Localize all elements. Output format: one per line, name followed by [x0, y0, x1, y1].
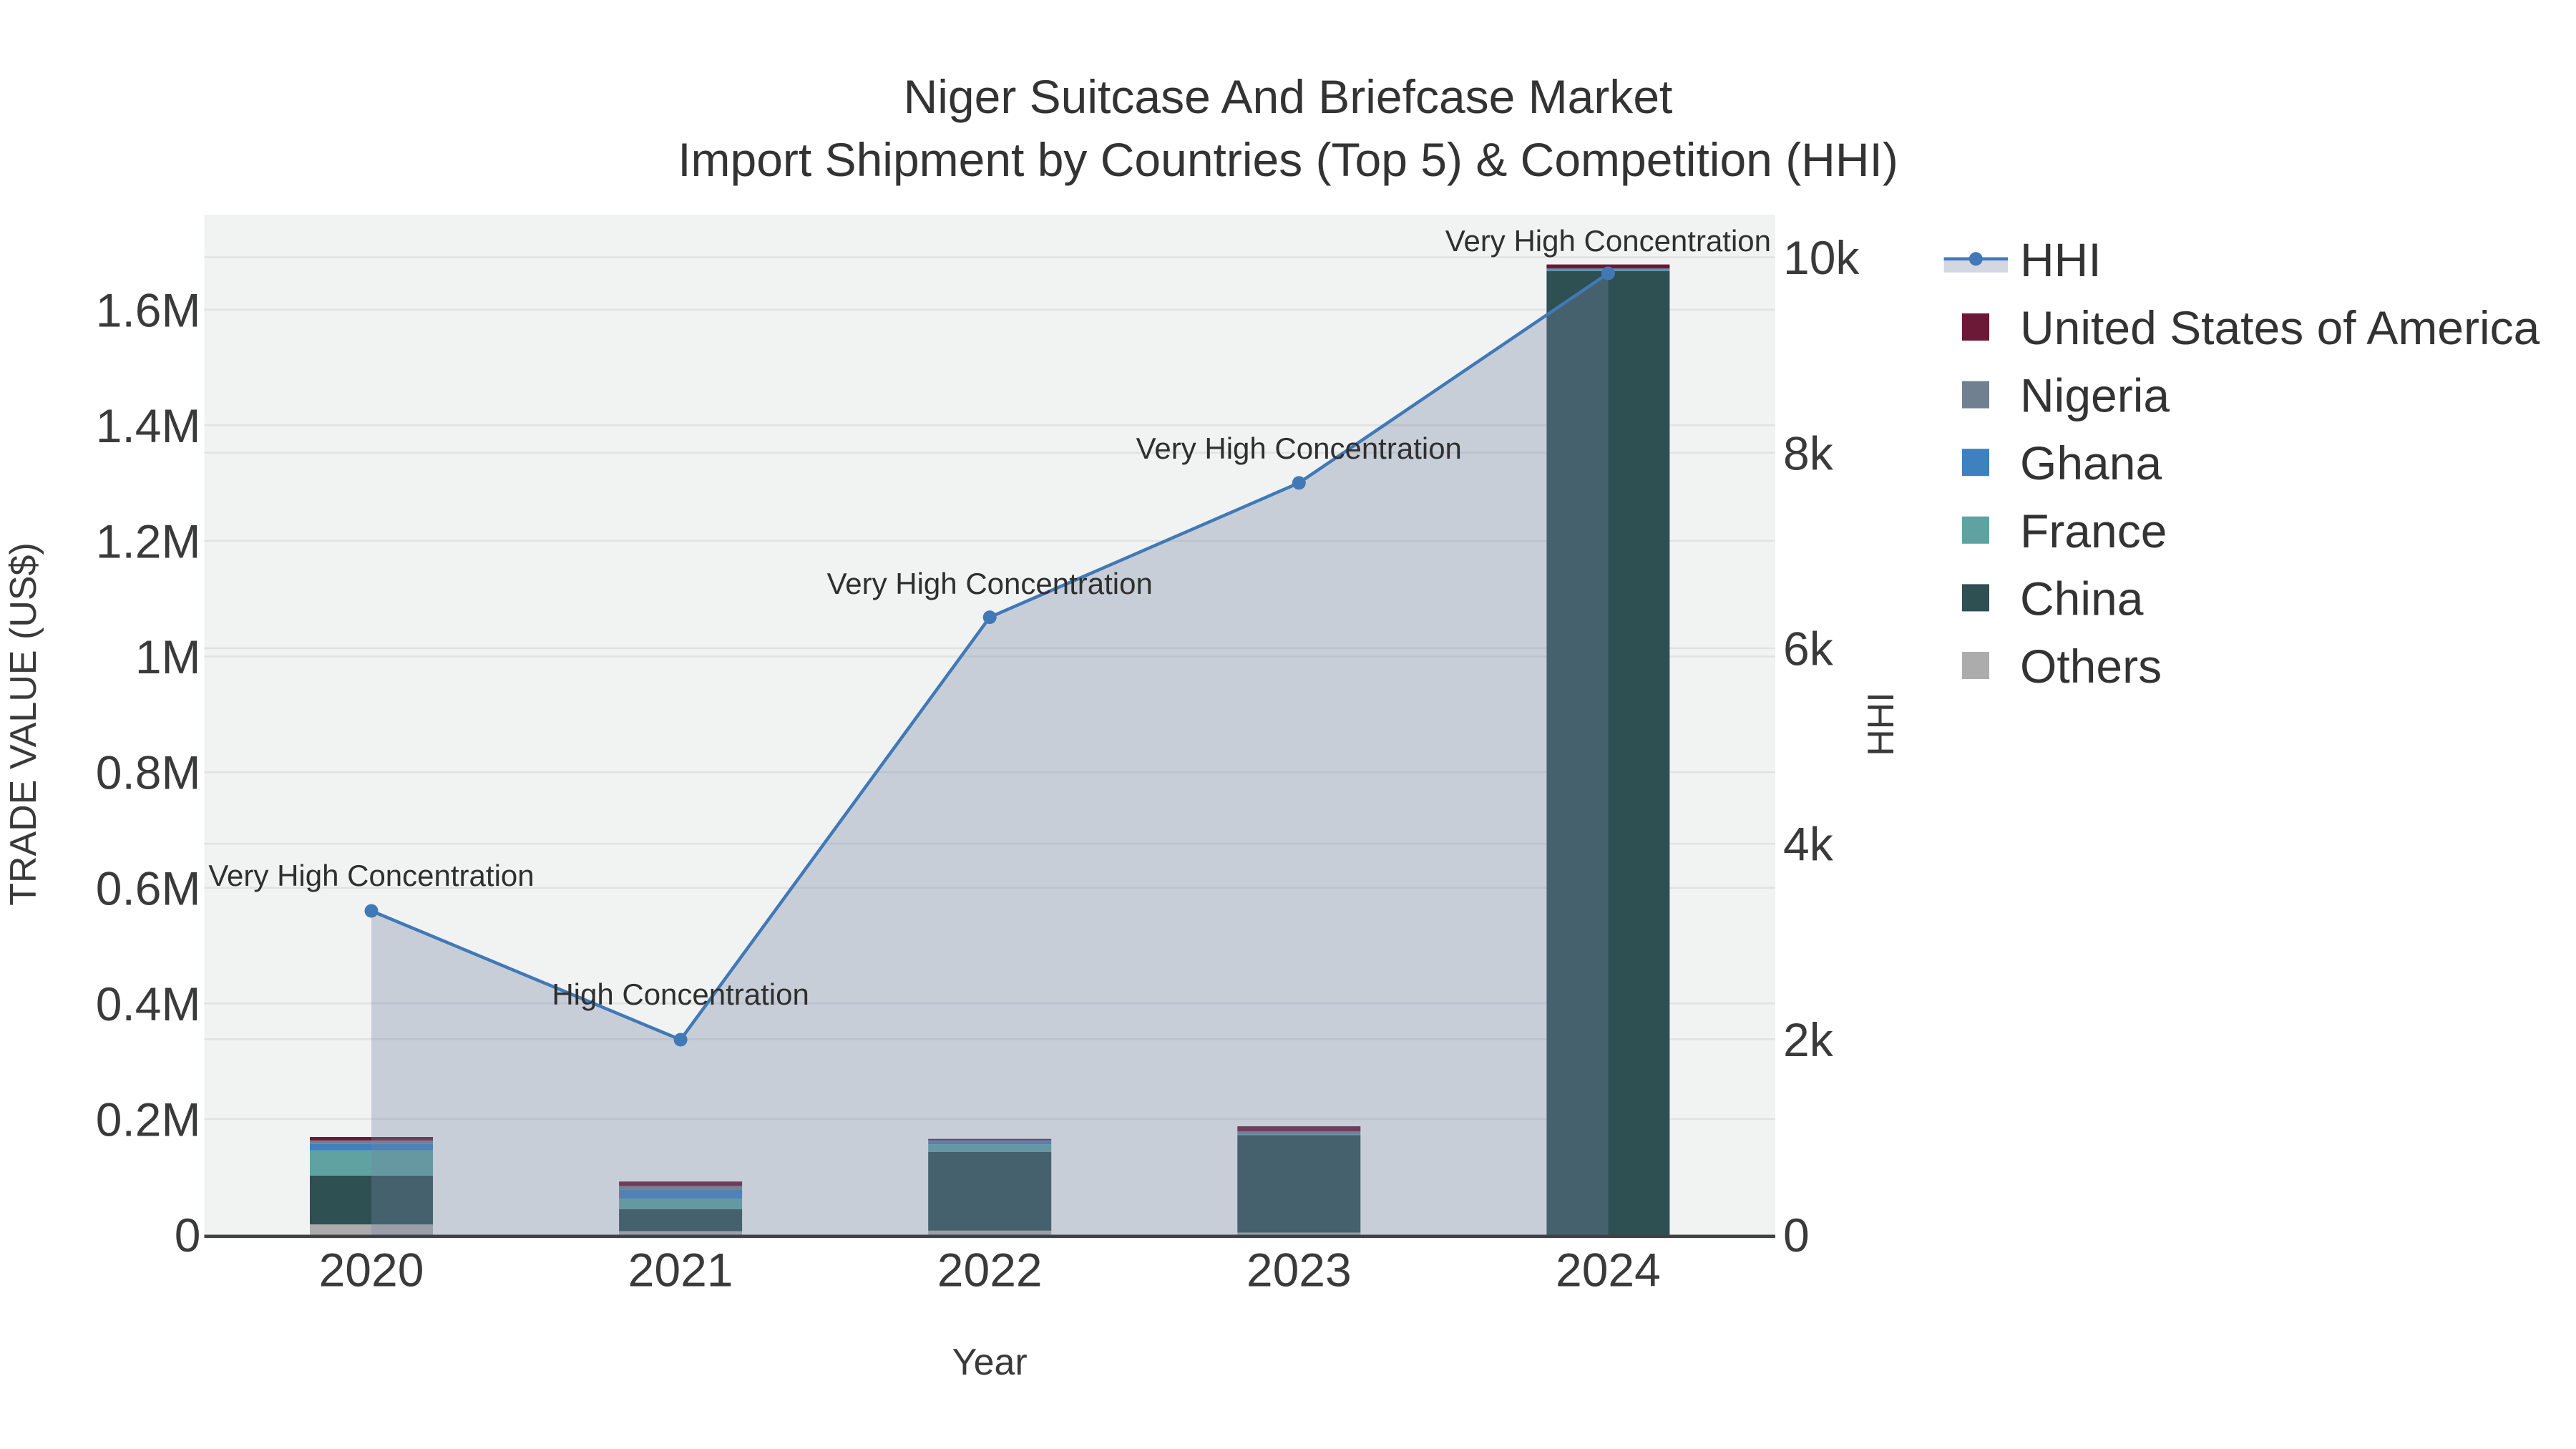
- svg-text:10k: 10k: [1783, 231, 1860, 284]
- svg-text:HHI: HHI: [2020, 233, 2102, 286]
- svg-text:8k: 8k: [1783, 426, 1834, 479]
- svg-text:0: 0: [175, 1209, 201, 1262]
- svg-text:Very High Concentration: Very High Concentration: [208, 859, 534, 892]
- svg-text:2022: 2022: [937, 1244, 1043, 1297]
- svg-text:Import Shipment by Countries (: Import Shipment by Countries (Top 5) & C…: [678, 133, 1898, 186]
- svg-text:United States of America: United States of America: [2020, 301, 2540, 354]
- svg-text:Very High Concentration: Very High Concentration: [1136, 431, 1462, 465]
- svg-text:Very High Concentration: Very High Concentration: [1445, 224, 1771, 258]
- svg-text:0.8M: 0.8M: [96, 746, 201, 799]
- svg-text:6k: 6k: [1783, 623, 1834, 675]
- svg-text:0: 0: [1783, 1209, 1810, 1262]
- svg-text:0.2M: 0.2M: [96, 1093, 201, 1146]
- svg-text:TRADE VALUE (US$): TRADE VALUE (US$): [3, 542, 44, 906]
- svg-text:Year: Year: [952, 1342, 1028, 1383]
- svg-text:4k: 4k: [1783, 818, 1834, 871]
- svg-text:1.4M: 1.4M: [96, 399, 201, 452]
- svg-text:1.6M: 1.6M: [96, 283, 201, 336]
- svg-text:1M: 1M: [135, 630, 201, 683]
- svg-text:Others: Others: [2020, 640, 2162, 693]
- svg-text:Niger Suitcase And Briefcase M: Niger Suitcase And Briefcase Market: [904, 70, 1673, 123]
- svg-text:HHI: HHI: [1860, 692, 1902, 756]
- svg-text:Nigeria: Nigeria: [2020, 369, 2170, 422]
- svg-text:0.4M: 0.4M: [96, 977, 201, 1030]
- svg-text:2021: 2021: [628, 1244, 733, 1297]
- svg-text:China: China: [2020, 572, 2144, 625]
- svg-text:France: France: [2020, 504, 2167, 557]
- svg-text:Ghana: Ghana: [2020, 436, 2162, 489]
- svg-text:2020: 2020: [319, 1244, 424, 1297]
- svg-text:0.6M: 0.6M: [96, 862, 201, 914]
- svg-text:1.2M: 1.2M: [96, 515, 201, 568]
- svg-text:2023: 2023: [1246, 1244, 1352, 1297]
- svg-text:Very High Concentration: Very High Concentration: [827, 567, 1153, 600]
- svg-text:2024: 2024: [1556, 1244, 1661, 1297]
- svg-text:2k: 2k: [1783, 1013, 1834, 1066]
- svg-text:High Concentration: High Concentration: [552, 977, 809, 1011]
